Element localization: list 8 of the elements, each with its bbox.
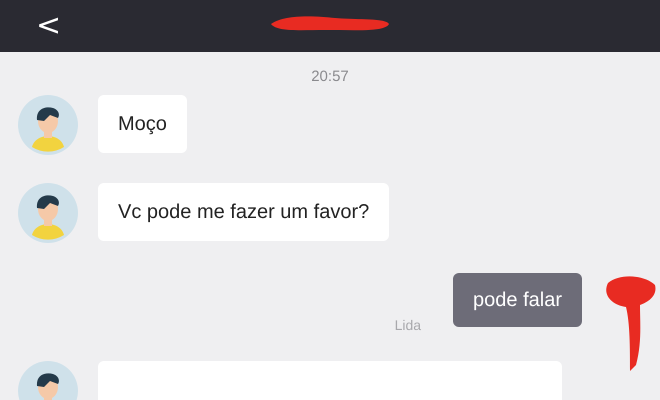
back-button[interactable]: < bbox=[30, 6, 68, 46]
message-bubble: pode falar bbox=[453, 273, 582, 327]
avatar-icon bbox=[18, 183, 78, 243]
message-bubble: Moço bbox=[98, 95, 187, 153]
avatar-icon bbox=[18, 95, 78, 155]
read-status: Lida bbox=[394, 317, 422, 333]
message-timestamp: 20:57 bbox=[311, 68, 349, 85]
message-bubble: Vc pode me fazer um favor? bbox=[98, 183, 390, 241]
